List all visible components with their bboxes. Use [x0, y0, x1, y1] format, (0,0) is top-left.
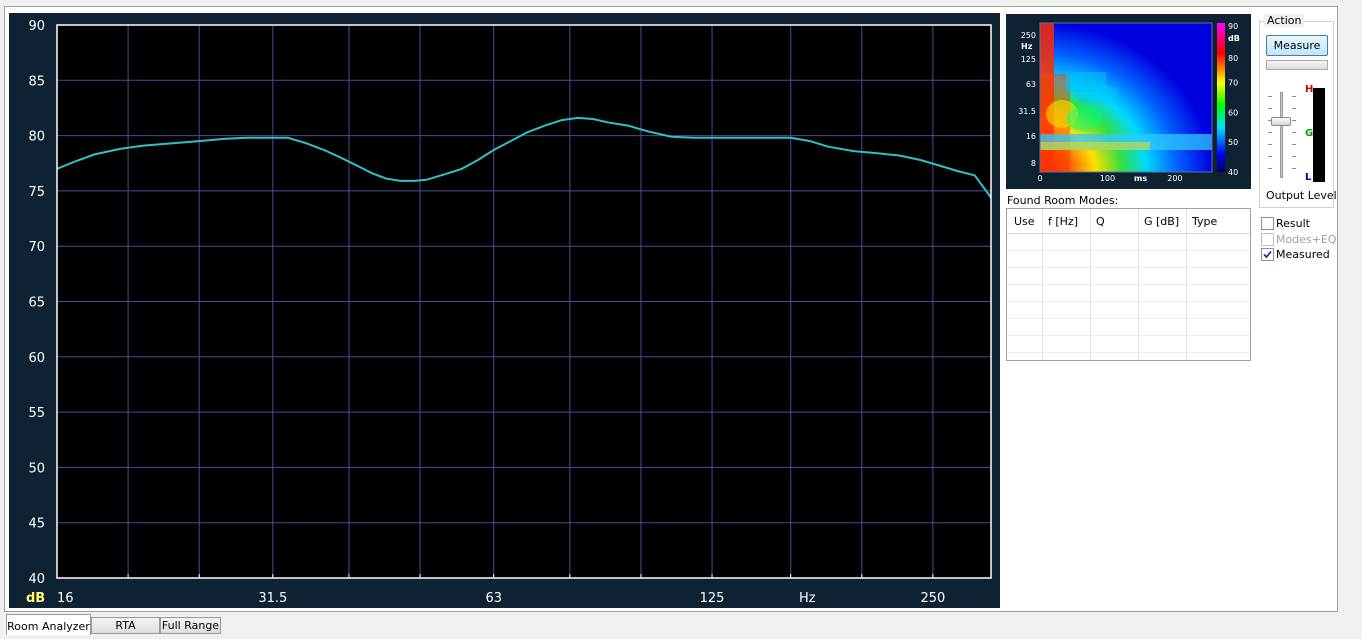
room-modes-table[interactable]: Use f [Hz] Q G [dB] Type — [1006, 208, 1251, 361]
slider-tick — [1268, 144, 1272, 145]
waterfall-y-tick-label: 250 — [1021, 31, 1036, 40]
waterfall-x-tick-label: 200 — [1167, 174, 1182, 183]
tab-full-range[interactable]: Full Range — [160, 617, 221, 634]
waterfall-y-tick-label: 125 — [1021, 55, 1036, 64]
waterfall-heatmap — [1040, 23, 1212, 172]
col-frequency[interactable]: f [Hz] — [1048, 215, 1078, 228]
y-tick-label: 45 — [28, 517, 45, 532]
waterfall-y-unit: Hz — [1021, 42, 1033, 51]
row-divider — [1007, 318, 1250, 319]
y-tick-label: 85 — [28, 74, 45, 89]
waterfall-y-tick-label: 16 — [1026, 132, 1036, 141]
y-tick-label: 40 — [28, 572, 45, 587]
waterfall-y-tick-label: 31.5 — [1018, 107, 1036, 116]
waterfall-y-ticks: 250 125 63 31.5 16 8 — [1018, 31, 1036, 168]
output-level-label: Output Level — [1266, 189, 1337, 202]
slider-tick — [1268, 132, 1272, 133]
checkbox-label: Measured — [1276, 248, 1330, 261]
waterfall-scale-tick-label: 80 — [1228, 54, 1238, 63]
waterfall-y-tick-label: 63 — [1026, 80, 1036, 89]
meter-label-high: H — [1305, 84, 1314, 95]
x-unit-label: Hz — [799, 591, 816, 606]
y-axis-ticks: 90 85 80 75 70 65 60 55 50 45 40 — [28, 19, 45, 587]
row-divider — [1007, 284, 1250, 285]
x-tick-label: 16 — [57, 591, 74, 606]
waterfall-x-tick-label: 0 — [1037, 174, 1042, 183]
checkbox-box[interactable] — [1261, 233, 1274, 246]
slider-tick — [1268, 168, 1272, 169]
waterfall-colorbar — [1217, 23, 1225, 172]
waterfall-scale-tick-label: 70 — [1228, 79, 1238, 88]
y-tick-label: 60 — [28, 351, 45, 366]
measure-button[interactable]: Measure — [1266, 35, 1328, 56]
slider-tick — [1292, 132, 1296, 133]
action-title: Action — [1264, 14, 1305, 27]
checkbox-box[interactable] — [1261, 217, 1274, 230]
col-use[interactable]: Use — [1014, 215, 1035, 228]
col-q[interactable]: Q — [1096, 215, 1105, 228]
waterfall-x-unit: ms — [1134, 174, 1147, 183]
y-tick-label: 90 — [28, 19, 45, 34]
checkmark-icon — [1263, 250, 1272, 259]
table-header: Use f [Hz] Q G [dB] Type — [1007, 209, 1250, 234]
output-level-slider-thumb[interactable] — [1271, 117, 1291, 126]
row-divider — [1007, 250, 1250, 251]
row-divider — [1007, 267, 1250, 268]
slider-tick — [1292, 168, 1296, 169]
waterfall-x-tick-label: 100 — [1100, 174, 1115, 183]
col-type[interactable]: Type — [1192, 215, 1217, 228]
slider-tick — [1292, 96, 1296, 97]
slider-tick — [1268, 156, 1272, 157]
y-tick-label: 80 — [28, 130, 45, 145]
x-tick-label: 250 — [920, 591, 945, 606]
waterfall-scale-unit: dB — [1228, 34, 1240, 43]
meter-label-good: G — [1305, 128, 1314, 139]
waterfall-scale-tick-label: 50 — [1228, 138, 1238, 147]
row-divider — [1007, 335, 1250, 336]
y-unit-label: dB — [26, 591, 45, 606]
y-tick-label: 70 — [28, 240, 45, 255]
slider-tick — [1292, 108, 1296, 109]
checkbox-label: Result — [1276, 217, 1310, 230]
x-tick-label: 125 — [700, 591, 725, 606]
waterfall-scale-tick-label: 60 — [1228, 108, 1238, 117]
row-divider — [1007, 301, 1250, 302]
tab-room-analyzer[interactable]: Room Analyzer — [6, 614, 91, 635]
measure-progress-bar — [1266, 60, 1328, 70]
waterfall-svg: 2501256331.5168 0 100 200 908070605040 Hz … — [1018, 22, 1240, 183]
found-room-modes-label: Found Room Modes: — [1007, 194, 1119, 207]
y-tick-label: 55 — [28, 406, 45, 421]
slider-tick — [1268, 108, 1272, 109]
row-divider — [1007, 352, 1250, 353]
y-tick-label: 75 — [28, 185, 45, 200]
waterfall-scale-tick-label: 40 — [1228, 168, 1238, 177]
waterfall-scale-tick-label: 90 — [1228, 22, 1238, 31]
output-level-slider-track[interactable] — [1280, 92, 1283, 178]
waterfall-x-ticks: 0 100 200 — [1037, 174, 1182, 183]
checkbox-label: Modes+EQ — [1276, 233, 1337, 246]
slider-tick — [1292, 156, 1296, 157]
meter-label-low: L — [1305, 172, 1312, 183]
x-tick-label: 31.5 — [258, 591, 287, 606]
col-gain[interactable]: G [dB] — [1144, 215, 1179, 228]
slider-tick — [1292, 144, 1296, 145]
y-tick-label: 65 — [28, 296, 45, 311]
waterfall-panel: 250 125 63 31.5 16 8 0 100 200 90 80 70 60 50 40 Hz … — [1006, 14, 1251, 189]
output-level-meter — [1313, 88, 1325, 182]
slider-tick — [1268, 96, 1272, 97]
tab-rta[interactable]: RTA — [91, 617, 160, 634]
waterfall-scale-ticks: 90 80 70 60 50 40 — [1228, 22, 1238, 177]
x-tick-label: 63 — [485, 591, 502, 606]
slider-tick — [1292, 120, 1296, 121]
frequency-response-chart: 90 85 80 75 70 65 60 55 50 45 40 16 31.5 63 125 250 dB… — [9, 13, 1000, 608]
checkbox-box[interactable] — [1261, 248, 1274, 261]
y-tick-label: 50 — [28, 461, 45, 476]
chart-svg: 90 85 80 75 70 65 60 55 50 45 40 16 31.5 63 125 250 dB… — [26, 19, 992, 606]
waterfall-y-tick-label: 8 — [1031, 159, 1036, 168]
